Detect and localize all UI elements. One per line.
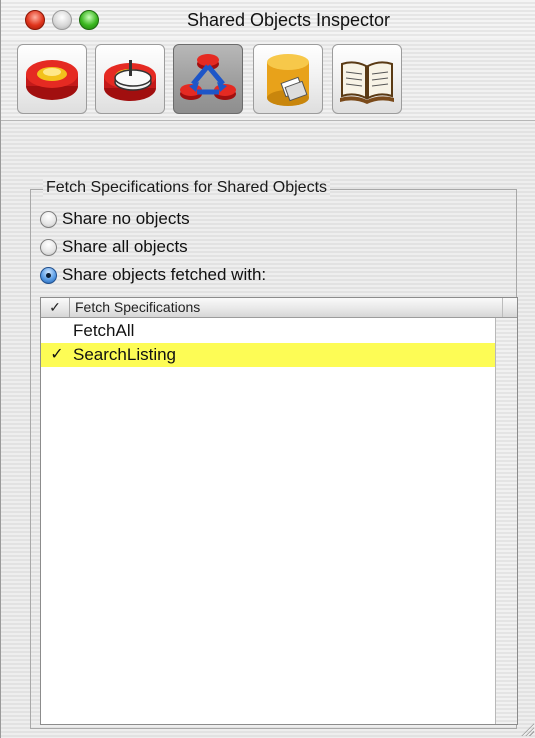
table-row[interactable]: FetchAll [41, 319, 496, 343]
radio-button[interactable] [40, 238, 57, 256]
advanced-entity-button[interactable] [95, 44, 165, 114]
radio-share-objects-fetched-with[interactable]: Share objects fetched with: [40, 264, 266, 286]
shared-objects-icon [180, 54, 236, 100]
column-header-check[interactable]: ✓ [41, 298, 70, 317]
row-name: FetchAll [73, 321, 135, 340]
fetch-specs-table[interactable]: ✓ Fetch Specifications FetchAll ✓ Search… [40, 297, 518, 725]
entity-inspector-button[interactable] [17, 44, 87, 114]
window-title: Shared Objects Inspector [186, 10, 391, 30]
fetch-specs-group: Fetch Specifications for Shared Objects … [30, 179, 518, 729]
vertical-scrollbar[interactable] [495, 318, 517, 724]
entity-inspector-icon [26, 60, 78, 100]
table-row-selected[interactable]: ✓ SearchListing [41, 343, 496, 367]
stored-procedure-button[interactable] [253, 44, 323, 114]
row-check-mark[interactable]: ✓ [46, 343, 68, 367]
title-bar[interactable]: Shared Objects Inspector [1, 0, 535, 38]
header-corner [502, 298, 517, 317]
shared-objects-button[interactable] [173, 44, 243, 114]
row-name: SearchListing [73, 345, 177, 364]
radio-label: Share all objects [62, 237, 188, 256]
table-header: ✓ Fetch Specifications [41, 298, 517, 318]
inspector-toolbar [1, 38, 535, 121]
inspector-window: Shared Objects Inspector Fetch Specifica… [0, 0, 535, 738]
documentation-button[interactable] [332, 44, 402, 114]
radio-button-selected[interactable] [40, 266, 57, 284]
radio-label: Share no objects [62, 209, 190, 228]
radio-share-no-objects[interactable]: Share no objects [40, 208, 190, 230]
advanced-entity-icon [104, 60, 156, 101]
group-title: Fetch Specifications for Shared Objects [43, 179, 331, 197]
radio-button[interactable] [40, 210, 57, 228]
documentation-icon [340, 61, 394, 104]
resize-grip-icon[interactable] [518, 720, 534, 736]
radio-share-all-objects[interactable]: Share all objects [40, 236, 188, 258]
radio-label: Share objects fetched with: [62, 265, 267, 284]
inspector-content: Fetch Specifications for Shared Objects … [1, 121, 535, 738]
column-header-fetch-specifications[interactable]: Fetch Specifications [75, 298, 200, 317]
stored-procedure-icon [267, 54, 309, 106]
